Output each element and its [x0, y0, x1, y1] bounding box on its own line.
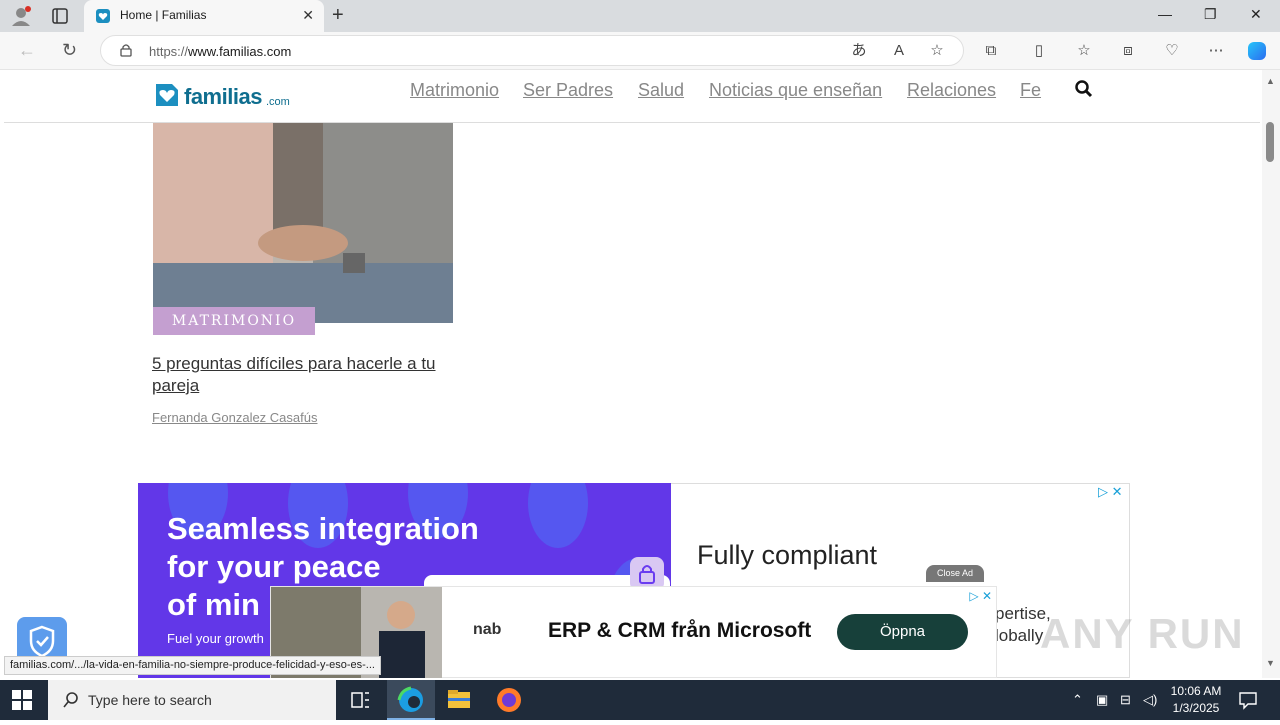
network-icon[interactable]: ⊟ [1120, 692, 1131, 708]
taskbar-clock[interactable]: 10:06 AM 1/3/2025 [1166, 683, 1226, 717]
ad-small-text: Fuel your growth [167, 631, 264, 646]
status-bar-url: familias.com/.../la-vida-en-familia-no-s… [4, 656, 381, 675]
scroll-up-icon[interactable]: ▲ [1266, 76, 1275, 86]
notifications-icon[interactable] [1238, 690, 1258, 710]
taskbar: Type here to search ⌃ ▣ ⊟ ◁) 10:06 AM 1/… [0, 680, 1280, 720]
collections-icon[interactable]: ⧈ [1118, 41, 1138, 61]
open-button[interactable]: Öppna [837, 614, 968, 650]
scroll-down-icon[interactable]: ▼ [1266, 658, 1275, 668]
tab-title: Home | Familias [120, 8, 207, 22]
nav-relaciones[interactable]: Relaciones [907, 80, 996, 101]
search-icon[interactable] [1074, 79, 1094, 99]
windows-start-icon[interactable] [12, 690, 32, 710]
site-header: familias .com Matrimonio Ser Padres Salu… [4, 70, 1260, 123]
address-bar[interactable]: https://www.familias.com あ A ☆ [100, 35, 964, 66]
article-author[interactable]: Fernanda Gonzalez Casafús [152, 410, 317, 425]
familias-logo-icon[interactable] [154, 82, 180, 108]
overlay-ad-choices-icon[interactable]: ▷ ✕ [969, 589, 992, 603]
translate-icon[interactable]: あ [849, 41, 869, 61]
familias-favicon-icon [96, 9, 110, 23]
new-tab-icon[interactable]: + [332, 4, 344, 27]
couple-holding-hands-image [153, 123, 453, 323]
overlay-ad-headline: ERP & CRM från Microsoft [548, 619, 812, 642]
tray-chevron-icon[interactable]: ⌃ [1072, 692, 1083, 708]
taskbar-search-placeholder: Type here to search [88, 692, 212, 708]
nav-salud[interactable]: Salud [638, 80, 684, 101]
firefox-icon[interactable] [485, 680, 533, 720]
article-title[interactable]: 5 preguntas difíciles para hacerle a tu … [152, 353, 462, 397]
more-menu-icon[interactable]: ⋯ [1206, 41, 1226, 61]
refresh-icon[interactable]: ↻ [62, 40, 77, 61]
lock-icon[interactable] [119, 43, 133, 57]
file-explorer-icon[interactable] [435, 680, 483, 720]
adchoices-icon[interactable]: ▷ ✕ [1098, 484, 1123, 500]
edge-taskbar-icon[interactable] [387, 680, 435, 720]
extensions-icon[interactable]: ⧉ [981, 41, 1001, 61]
url-text[interactable]: https://www.familias.com [149, 44, 291, 59]
nav-matrimonio[interactable]: Matrimonio [410, 80, 499, 101]
favorites-icon[interactable]: ☆ [1074, 41, 1094, 61]
site-logo-text[interactable]: familias [184, 84, 262, 110]
page-scrollbar[interactable]: ▲ ▼ [1262, 70, 1280, 678]
close-ad-button[interactable]: Close Ad [926, 565, 984, 582]
watermark-logo: ANY RUN [1040, 610, 1245, 657]
favorite-star-icon[interactable]: ☆ [927, 41, 947, 61]
task-view-icon[interactable] [336, 680, 384, 720]
window-close-icon[interactable]: ✕ [1250, 6, 1262, 23]
scroll-thumb[interactable] [1266, 122, 1274, 162]
restore-icon[interactable]: ❐ [1204, 6, 1217, 23]
ad-brand-logo: nab [473, 621, 502, 638]
ad-line-3: of min [167, 587, 260, 622]
web-page: familias .com Matrimonio Ser Padres Salu… [0, 70, 1262, 678]
tray-device-icon[interactable]: ▣ [1096, 692, 1108, 708]
nav-noticias[interactable]: Noticias que enseñan [709, 80, 882, 101]
tab-home-familias[interactable]: Home | Familias ✕ [84, 0, 324, 32]
profile-icon[interactable] [10, 5, 32, 27]
site-logo-suffix[interactable]: .com [266, 96, 290, 108]
clock-date: 1/3/2025 [1172, 701, 1220, 715]
taskbar-search-icon [63, 692, 78, 708]
tab-close-icon[interactable]: ✕ [302, 7, 314, 24]
ad-right-text-2: lobally [995, 626, 1044, 645]
nav-fe[interactable]: Fe [1020, 80, 1041, 101]
read-aloud-icon[interactable]: A [889, 41, 909, 61]
minimize-icon[interactable]: — [1158, 6, 1172, 22]
taskbar-search[interactable]: Type here to search [48, 680, 336, 720]
volume-icon[interactable]: ◁) [1143, 692, 1157, 708]
category-badge[interactable]: MATRIMONIO [153, 307, 315, 335]
clock-time: 10:06 AM [1170, 684, 1222, 698]
tab-bar: Home | Familias ✕ + — ❐ ✕ [0, 0, 1280, 32]
copilot-icon[interactable] [1246, 40, 1268, 62]
back-icon[interactable]: ← [18, 40, 36, 61]
nav-ser-padres[interactable]: Ser Padres [523, 80, 613, 101]
tab-actions-icon[interactable] [52, 8, 68, 24]
ad-line-2: for your peace [167, 549, 381, 584]
browser-essentials-icon[interactable]: ♡ [1162, 41, 1182, 61]
ad-right-headline: Fully compliant [697, 540, 878, 570]
article-image[interactable] [153, 123, 453, 323]
split-screen-icon[interactable]: ▯ [1029, 41, 1049, 61]
browser-toolbar: ← ↻ https://www.familias.com あ A ☆ ⧉ ▯ ☆… [0, 32, 1280, 70]
ad-line-1: Seamless integration [167, 511, 479, 546]
